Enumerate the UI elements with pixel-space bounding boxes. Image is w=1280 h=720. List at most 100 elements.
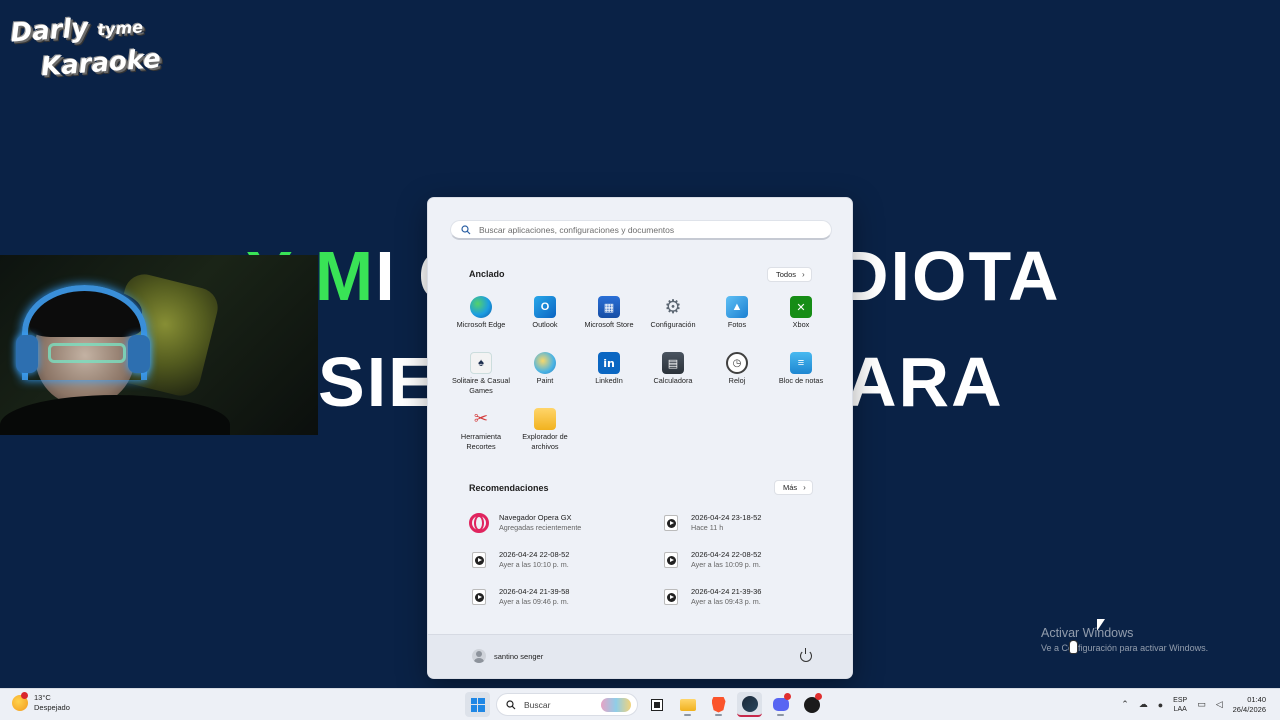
recommended-title-text: 2026-04-24 22-08-52 <box>691 550 762 559</box>
recommended-item-video[interactable]: 2026-04-24 21-39-58 Ayer a las 09:46 p. … <box>468 583 660 611</box>
recommended-title: Recomendaciones <box>469 483 549 493</box>
logo-line-1: Darly tyme <box>9 13 144 49</box>
app-label: Reloj <box>728 376 746 385</box>
start-search-input[interactable] <box>479 224 819 235</box>
app-label: LinkedIn <box>595 376 623 385</box>
github-button[interactable] <box>799 692 824 717</box>
all-apps-button[interactable]: Todos › <box>767 267 812 282</box>
taskbar-clock[interactable]: 01:40 26/4/2026 <box>1233 695 1266 715</box>
more-button[interactable]: Más › <box>774 480 813 495</box>
discord-button[interactable] <box>768 692 793 717</box>
running-indicator <box>684 714 691 716</box>
pinned-app-settings[interactable]: ⚙ Configuración <box>641 296 705 346</box>
pinned-app-file-explorer[interactable]: Explorador de archivos <box>513 408 577 458</box>
app-label: Xbox <box>792 320 810 329</box>
pinned-app-edge[interactable]: Microsoft Edge <box>449 296 513 346</box>
app-label: Paint <box>536 376 554 385</box>
pinned-app-paint[interactable]: Paint <box>513 352 577 402</box>
task-view-button[interactable] <box>644 692 669 717</box>
pinned-app-clock[interactable]: ◷ Reloj <box>705 352 769 402</box>
app-label: Solitaire & Casual Games <box>452 376 510 395</box>
recommended-item-video[interactable]: 2026-04-24 22-08-52 Ayer a las 10:09 p. … <box>660 546 828 574</box>
photos-icon: ▲ <box>726 296 748 318</box>
running-indicator <box>715 714 722 716</box>
start-button[interactable] <box>465 692 490 717</box>
chevron-up-icon[interactable]: ⌃ <box>1121 699 1129 710</box>
recommended-subtitle: Hace 11 h <box>691 523 724 532</box>
recommended-title-text: 2026-04-24 23-18-52 <box>691 513 762 522</box>
weather-description: Despejado <box>34 703 70 712</box>
lyric-line-2-right: ARA <box>846 343 1004 421</box>
pinned-app-solitaire[interactable]: ♠ Solitaire & Casual Games <box>449 352 513 402</box>
pinned-app-calculator[interactable]: ▤ Calculadora <box>641 352 705 402</box>
app-label: Herramienta Recortes <box>460 432 502 451</box>
recommended-item-video[interactable]: 2026-04-24 23-18-52 Hace 11 h <box>660 509 828 537</box>
notification-badge <box>784 693 791 700</box>
brave-icon <box>711 696 726 713</box>
clock-time: 01:40 <box>1247 694 1266 704</box>
pinned-app-outlook[interactable]: O Outlook <box>513 296 577 346</box>
recommended-list: Navegador Opera GX Agregadas recientemen… <box>468 509 828 611</box>
recommended-item-video[interactable]: 2026-04-24 22-08-52 Ayer a las 10:10 p. … <box>468 546 660 574</box>
streamer-shirt <box>0 395 230 435</box>
language-indicator[interactable]: ESP LAA <box>1173 696 1187 714</box>
outlook-icon: O <box>534 296 556 318</box>
search-icon <box>506 699 516 709</box>
app-label: Microsoft Edge <box>456 320 506 329</box>
steam-button[interactable] <box>737 692 762 717</box>
start-menu-footer: santino senger <box>428 634 852 678</box>
app-label: Configuración <box>650 320 696 329</box>
recommended-subtitle: Ayer a las 10:09 p. m. <box>691 560 761 569</box>
cloud-icon[interactable]: ☁ <box>1139 699 1148 710</box>
running-indicator <box>777 714 784 716</box>
weather-sun-icon <box>12 692 28 711</box>
keyboard-layout: LAA <box>1173 705 1187 713</box>
brave-button[interactable] <box>706 692 731 717</box>
user-account-button[interactable]: santino senger <box>472 649 543 663</box>
pinned-app-photos[interactable]: ▲ Fotos <box>705 296 769 346</box>
edge-icon <box>470 296 492 318</box>
display-icon[interactable]: ▭ <box>1197 699 1206 710</box>
glasses <box>48 343 126 363</box>
video-file-icon <box>468 586 490 608</box>
recommended-subtitle: Ayer a las 09:43 p. m. <box>691 597 761 606</box>
headset-ear-left <box>16 335 38 373</box>
recommended-title-text: 2026-04-24 21-39-36 <box>691 587 762 596</box>
pinned-app-xbox[interactable]: ✕ Xbox <box>769 296 833 346</box>
notepad-icon: ≡ <box>790 352 812 374</box>
folder-icon <box>534 408 556 430</box>
pinned-app-linkedin[interactable]: in LinkedIn <box>577 352 641 402</box>
folder-icon <box>679 698 696 711</box>
video-file-icon <box>660 549 682 571</box>
paint-icon <box>534 352 556 374</box>
steam-icon <box>741 695 758 712</box>
video-file-icon <box>660 586 682 608</box>
recommended-subtitle: Agregadas recientemente <box>499 523 582 532</box>
app-label: Microsoft Store <box>584 320 634 329</box>
video-file-icon <box>660 512 682 534</box>
recommended-item-video[interactable]: 2026-04-24 21-39-36 Ayer a las 09:43 p. … <box>660 583 828 611</box>
store-icon: ▦ <box>598 296 620 318</box>
file-explorer-button[interactable] <box>675 692 700 717</box>
taskbar-search[interactable]: Buscar <box>496 693 638 716</box>
logo-line-2: Karaoke <box>40 44 162 83</box>
clock-icon: ◷ <box>726 352 748 374</box>
watermark-subtitle: Ve a Configuración para activar Windows. <box>1041 643 1209 653</box>
microphone-icon[interactable]: ● <box>1158 700 1163 710</box>
video-file-icon <box>468 549 490 571</box>
start-search-box[interactable] <box>450 220 832 240</box>
power-icon[interactable] <box>800 648 812 662</box>
avatar <box>472 649 486 663</box>
pinned-app-snipping-tool[interactable]: ✂ Herramienta Recortes <box>449 408 513 458</box>
lyric-line-1-right: DIOTA <box>838 237 1061 315</box>
chevron-right-icon: › <box>802 270 805 279</box>
app-label: Bloc de notas <box>778 376 824 385</box>
speaker-icon[interactable]: ◁ <box>1216 699 1223 710</box>
recommended-title-text: Navegador Opera GX <box>499 513 572 522</box>
system-tray: ⌃ ☁ ● ESP LAA ▭ ◁ 01:40 26/4/2026 <box>1121 692 1266 717</box>
pinned-app-notepad[interactable]: ≡ Bloc de notas <box>769 352 833 402</box>
pinned-app-store[interactable]: ▦ Microsoft Store <box>577 296 641 346</box>
all-apps-label: Todos <box>776 270 797 279</box>
weather-widget[interactable]: 13°C Despejado <box>12 692 70 713</box>
recommended-item-opera-gx[interactable]: Navegador Opera GX Agregadas recientemen… <box>468 509 660 537</box>
